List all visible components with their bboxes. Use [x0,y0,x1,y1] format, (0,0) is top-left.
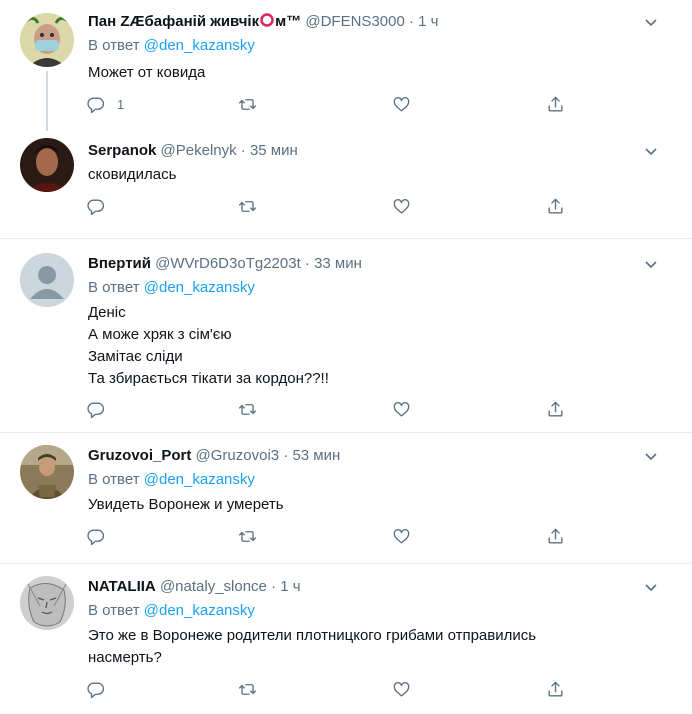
share-icon [548,681,563,697]
tweet-text: Увидеть Воронеж и умереть [88,496,284,513]
like-icon [393,96,410,112]
reply-button[interactable] [86,525,117,547]
share-icon [548,528,563,544]
man-photo-avatar [20,138,74,192]
action-bar [86,525,586,547]
author-name[interactable]: Впертий [88,255,151,272]
like-button[interactable] [392,525,411,547]
reply-icon [87,681,105,698]
reply-prefix: В ответ [88,602,140,619]
chevron-down-icon[interactable] [644,260,658,270]
avatar[interactable] [20,576,74,630]
reply-button[interactable]: 1 [86,93,124,115]
retweet-icon [238,683,257,695]
tweet-5[interactable]: NATALIIA @nataly_slonce · 1 ч В ответ @d… [0,564,692,714]
avatar[interactable] [20,253,74,307]
sketch-face-avatar [20,576,74,630]
share-button[interactable] [546,398,565,420]
reply-to-link[interactable]: @den_kazansky [144,471,255,488]
chevron-down-icon[interactable] [644,147,658,157]
tweet-3[interactable]: Впертий @WVrD6D3oTg2203t · 33 мин В отве… [0,239,692,432]
like-button[interactable] [392,195,411,217]
masked-man-avatar [20,13,74,67]
like-icon [393,401,410,417]
reply-button[interactable] [86,678,117,700]
action-bar: 1 [86,93,586,115]
tweet-text: Это же в Воронеже родители плотницкого г… [88,627,537,666]
soldier-photo-avatar [20,445,74,499]
reply-icon [87,198,105,215]
timestamp[interactable]: · 1 ч [271,578,301,595]
author-handle[interactable]: @WVrD6D3oTg2203t [155,255,301,272]
share-button[interactable] [546,93,565,115]
retweet-button[interactable] [238,195,257,217]
reply-icon [87,528,105,545]
retweet-button[interactable] [238,525,257,547]
timestamp[interactable]: · 53 мин [283,447,340,464]
author-handle[interactable]: @DFENS3000 [305,13,404,30]
action-bar [86,678,586,700]
reply-prefix: В ответ [88,471,140,488]
retweet-icon [238,98,257,110]
reply-prefix: В ответ [88,279,140,296]
chevron-down-icon[interactable] [644,452,658,462]
reply-prefix: В ответ [88,37,140,54]
timestamp[interactable]: · 35 мин [241,142,298,159]
timestamp[interactable]: · 1 ч [409,13,439,30]
retweet-button[interactable] [238,678,257,700]
avatar[interactable] [20,138,74,192]
author-handle[interactable]: @nataly_slonce [160,578,267,595]
tweet-text: Может от ковида [88,64,206,81]
reply-icon [87,96,105,113]
avatar[interactable] [20,13,74,67]
share-button[interactable] [546,525,565,547]
retweet-button[interactable] [238,398,257,420]
like-icon [393,198,410,214]
reply-button[interactable] [86,398,117,420]
retweet-button[interactable] [238,93,257,115]
author-name[interactable]: NATALIIA [88,578,156,595]
like-icon [393,681,410,697]
reply-button[interactable] [86,195,117,217]
reply-to-link[interactable]: @den_kazansky [144,37,255,54]
action-bar [86,195,586,217]
retweet-icon [238,530,257,542]
author-handle[interactable]: @Gruzovoi3 [196,447,280,464]
chevron-down-icon[interactable] [644,18,658,28]
reply-icon [87,401,105,418]
share-button[interactable] [546,195,565,217]
retweet-icon [238,403,257,415]
author-name[interactable]: Пан ZÆбафаній живчік [88,13,259,30]
author-name[interactable]: Serpanok [88,142,156,159]
like-button[interactable] [392,398,411,420]
avatar[interactable] [20,445,74,499]
retweet-icon [238,200,257,212]
like-button[interactable] [392,93,411,115]
tweet-text: Деніс А може хряк з сім'єю Замітає сліди… [88,304,329,387]
author-name[interactable]: Gruzovoi_Port [88,447,191,464]
reply-to-link[interactable]: @den_kazansky [144,602,255,619]
like-button[interactable] [392,678,411,700]
author-handle[interactable]: @Pekelnyk [161,142,237,159]
tweet-1[interactable]: Пан ZÆбафаній живчік м™ @DFENS3000 · 1 ч … [0,0,692,131]
thread-line [46,71,48,131]
share-button[interactable] [546,678,565,700]
tweet-4[interactable]: Gruzovoi_Port @Gruzovoi3 · 53 мин В отве… [0,433,692,563]
red-circle-emoji-icon [260,13,274,27]
action-bar [86,398,586,420]
chevron-down-icon[interactable] [644,583,658,593]
tweet-text: сковидилась [88,166,177,183]
tweet-2[interactable]: Serpanok @Pekelnyk · 35 мин сковидилась [0,130,692,238]
like-icon [393,528,410,544]
default-avatar [20,253,74,307]
timestamp[interactable]: · 33 мин [305,255,362,272]
reply-to-link[interactable]: @den_kazansky [144,279,255,296]
author-name-tail[interactable]: м™ [275,13,301,30]
reply-count: 1 [117,96,125,112]
share-icon [548,401,563,417]
share-icon [548,198,563,214]
share-icon [548,96,563,112]
